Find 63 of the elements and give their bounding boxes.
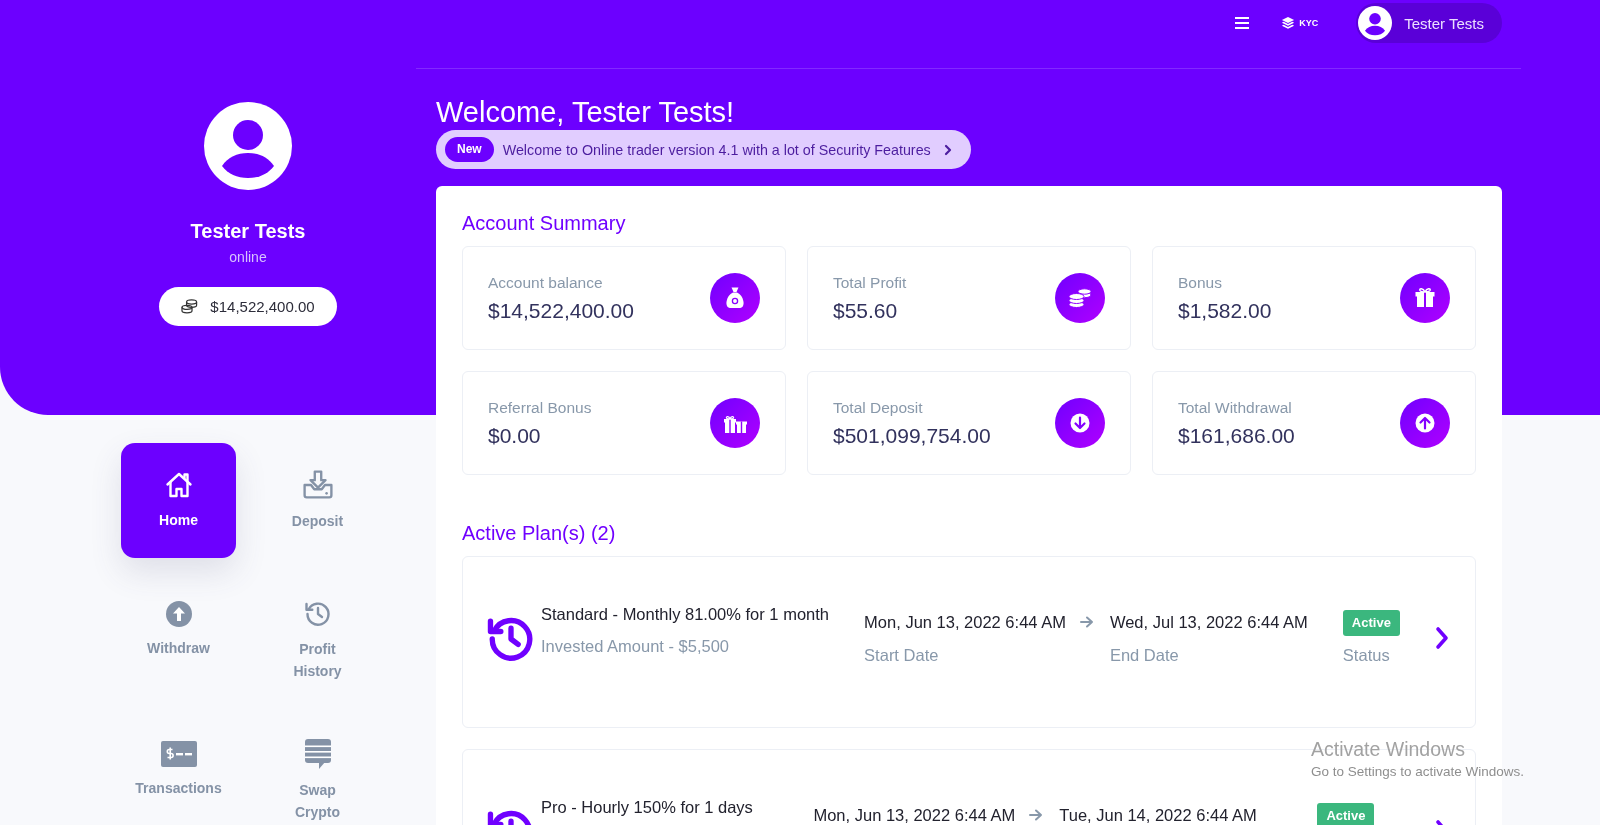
profile-name: Tester Tests xyxy=(190,219,306,243)
date-label: End Date xyxy=(1109,645,1179,665)
stat-value: $501,099,754.00 xyxy=(833,422,991,449)
coins-icon xyxy=(181,299,199,314)
balance-amount: $14,522,400.00 xyxy=(210,296,315,317)
dollar-card-icon xyxy=(160,740,197,767)
nav-item[interactable]: Home xyxy=(121,443,236,558)
arrow-up-circle-icon xyxy=(1400,398,1450,448)
chevron-right-icon xyxy=(943,143,952,156)
stat-value: $1,582.00 xyxy=(1178,297,1272,324)
stat-label: Total Profit xyxy=(833,272,907,293)
stat-label: Total Deposit xyxy=(833,397,923,418)
start-date: Mon, Jun 13, 2022 6:44 AM xyxy=(813,805,1016,825)
gifts-icon xyxy=(710,398,760,448)
announcement-link[interactable]: New Welcome to Online trader version 4.1 with a lot of Security Features xyxy=(436,130,971,169)
nav-item[interactable]: Transactions xyxy=(121,723,236,825)
message-lines-icon xyxy=(304,738,331,769)
status-badge: Active xyxy=(1317,803,1375,825)
end-date: Tue, Jun 14, 2022 6:44 AM xyxy=(1059,805,1257,825)
welcome-title: Welcome, Tester Tests! xyxy=(436,95,735,130)
start-date: Mon, Jun 13, 2022 6:44 AM xyxy=(864,612,1066,632)
stat-value: $55.60 xyxy=(833,297,898,324)
plan-name: Pro - Hourly 150% for 1 days xyxy=(541,797,753,817)
stat-label: Total Withdrawal xyxy=(1178,397,1292,418)
invested-amount: Invested Amount - $5,500 xyxy=(541,636,730,656)
layers-icon xyxy=(1281,16,1296,30)
profile-status: online xyxy=(229,248,267,266)
user-menu-button[interactable]: Tester Tests xyxy=(1356,3,1502,43)
history-icon xyxy=(303,599,332,628)
activation-title: Activate Windows xyxy=(1311,738,1465,760)
home-icon xyxy=(164,470,193,499)
arrow-down-circle-icon xyxy=(1055,398,1105,448)
arrow-right-icon xyxy=(1029,809,1044,821)
money-bag-icon xyxy=(710,273,760,323)
inbox-download-icon xyxy=(302,469,333,500)
avatar-icon xyxy=(204,102,292,190)
avatar-icon xyxy=(1358,6,1393,40)
stat-value: $161,686.00 xyxy=(1178,422,1295,449)
stat-value: $0.00 xyxy=(488,422,541,449)
kyc-link[interactable]: KYC xyxy=(1281,16,1319,30)
menu-icon[interactable] xyxy=(1235,17,1250,29)
new-badge: New xyxy=(445,137,494,162)
coins-icon xyxy=(1055,273,1105,323)
stat-label: Account balance xyxy=(488,272,603,293)
date-label: Start Date xyxy=(864,645,939,665)
gift-icon xyxy=(1400,273,1450,323)
activation-hint: Go to Settings to activate Windows. xyxy=(1311,763,1525,781)
arrow-up-circle-icon xyxy=(165,600,192,627)
chevron-right-icon[interactable] xyxy=(1435,626,1449,650)
stat-label: Referral Bonus xyxy=(488,397,592,418)
arrow-right-icon xyxy=(1079,616,1094,628)
nav-item[interactable]: Swap Crypto xyxy=(260,723,375,825)
nav-item[interactable]: Profit History xyxy=(260,583,375,698)
status-label: Status xyxy=(1342,645,1390,665)
status-badge: Active xyxy=(1342,610,1400,636)
end-date: Wed, Jul 13, 2022 6:44 AM xyxy=(1109,612,1308,632)
nav-item[interactable]: Deposit xyxy=(260,443,375,558)
nav-item[interactable]: Withdraw xyxy=(121,583,236,698)
plan-name: Standard - Monthly 81.00% for 1 month xyxy=(541,604,829,624)
stat-label: Bonus xyxy=(1178,272,1222,293)
section-title: Active Plan(s) (2) xyxy=(462,521,616,545)
section-title: Account Summary xyxy=(462,211,626,235)
stat-value: $14,522,400.00 xyxy=(488,297,634,324)
